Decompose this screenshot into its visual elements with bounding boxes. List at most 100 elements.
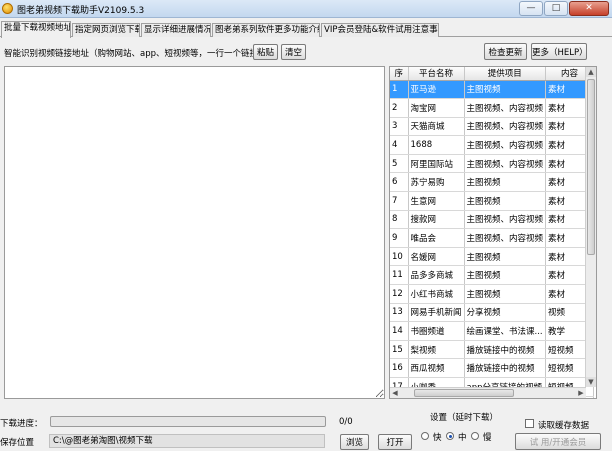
column-header-items[interactable]: 提供项目 — [464, 67, 547, 81]
table-row[interactable]: 10 名媛网 主图视频 素材 — [390, 247, 595, 267]
cell-index: 2 — [390, 98, 409, 118]
cell-platform-name: 网易手机新闻 — [408, 303, 465, 323]
tab-batch-download[interactable]: 批量下载视频地址 — [1, 21, 71, 38]
progress-label: 下载进度： — [0, 419, 43, 429]
check-update-button[interactable]: 检查更新 — [484, 43, 527, 60]
settings-title: 设置（延时下载） — [430, 413, 499, 423]
table-row[interactable]: 9 唯品会 主图视频、内容视频 素材 — [390, 228, 595, 248]
cell-platform-name: 生意网 — [408, 191, 465, 211]
table-row[interactable]: 13 网易手机新闻 分享视频 视频 — [390, 303, 595, 323]
cell-index: 14 — [390, 321, 409, 341]
url-input-prompt: 智能识别视频链接地址（购物网站、app、短视频等，一行一个链接）： — [4, 49, 271, 59]
cell-platform-name: 淘宝网 — [408, 98, 465, 118]
table-row[interactable]: 3 天猫商城 主图视频、内容视频 素材 — [390, 117, 595, 137]
table-row[interactable]: 16 西瓜视频 播放链接中的视频 短视频 — [390, 358, 595, 378]
tab-strip: 批量下载视频地址 指定网页浏览下载 显示详细进展情况 图老弟系列软件更多功能介绍… — [0, 20, 612, 38]
save-path-field[interactable]: C:\@图老弟淘图\视频下载 — [49, 434, 325, 448]
cell-provided-items: 主图视频、内容视频 — [464, 135, 547, 155]
cell-platform-name: 西瓜视频 — [408, 358, 465, 378]
minimize-button[interactable]: — — [519, 1, 543, 16]
cell-platform-name: 天猫商城 — [408, 117, 465, 137]
cell-provided-items: 主图视频 — [464, 265, 547, 286]
app-icon — [2, 3, 13, 14]
cell-index: 7 — [390, 191, 409, 211]
title-bar: 图老弟视频下载助手V2109.5.3 — □ ✕ — [0, 0, 612, 18]
paste-button[interactable]: 粘贴 — [253, 44, 278, 60]
cell-provided-items: 主图视频、内容视频 — [464, 228, 547, 248]
cell-provided-items: 主图视频、内容视频 — [464, 98, 547, 118]
horizontal-scroll-thumb[interactable] — [414, 389, 514, 397]
table-row[interactable]: 4 1688 主图视频、内容视频 素材 — [390, 135, 595, 155]
scroll-down-icon[interactable]: ▼ — [586, 377, 596, 387]
cell-provided-items: 主图视频、内容视频 — [464, 154, 547, 174]
cell-index: 15 — [390, 340, 409, 360]
table-row[interactable]: 5 阿里国际站 主图视频、内容视频 素材 — [390, 154, 595, 174]
clear-button[interactable]: 清空 — [281, 44, 306, 60]
table-horizontal-scrollbar[interactable]: ◀ ▶ — [390, 387, 586, 398]
cell-provided-items: 主图视频 — [464, 191, 547, 211]
tab-vip-login[interactable]: VIP会员登陆&软件试用注意事项 — [321, 23, 439, 37]
trial-membership-button[interactable]: 试 用/开通会员 — [515, 433, 601, 450]
table-row[interactable]: 6 苏宁易购 主图视频 素材 — [390, 172, 595, 193]
cell-provided-items: 主图视频、内容视频 — [464, 117, 547, 137]
column-header-platform[interactable]: 平台名称 — [408, 67, 465, 81]
read-cache-checkbox[interactable] — [525, 419, 534, 428]
cell-index: 4 — [390, 135, 409, 155]
cell-index: 11 — [390, 265, 409, 286]
table-row[interactable]: 15 梨视频 播放链接中的视频 短视频 — [390, 340, 595, 360]
cell-platform-name: 唯品会 — [408, 228, 465, 248]
cell-index: 9 — [390, 228, 409, 248]
cell-index: 3 — [390, 117, 409, 137]
speed-fast-radio[interactable] — [421, 432, 429, 440]
cell-provided-items: 主图视频 — [464, 284, 547, 304]
tab-web-browse-download[interactable]: 指定网页浏览下载 — [72, 23, 140, 37]
browse-button[interactable]: 浏览 — [340, 434, 369, 450]
cell-index: 13 — [390, 303, 409, 323]
speed-slow-label: 慢 — [483, 433, 492, 443]
cell-provided-items: 播放链接中的视频 — [464, 358, 547, 378]
close-button[interactable]: ✕ — [569, 1, 609, 16]
cell-index: 10 — [390, 247, 409, 267]
scroll-up-icon[interactable]: ▲ — [586, 67, 596, 77]
table-row[interactable]: 1 亚马逊 主图视频 素材 — [390, 80, 595, 100]
maximize-button[interactable]: □ — [544, 1, 568, 16]
tab-more-features[interactable]: 图老弟系列软件更多功能介绍 — [212, 23, 320, 37]
cell-platform-name: 梨视频 — [408, 340, 465, 360]
cell-provided-items: 播放链接中的视频 — [464, 340, 547, 360]
window-title: 图老弟视频下载助手V2109.5.3 — [17, 6, 145, 16]
speed-slow-radio[interactable] — [471, 432, 479, 440]
cell-provided-items: 主图视频、内容视频 — [464, 210, 547, 230]
cell-platform-name: 阿里国际站 — [408, 154, 465, 174]
tab-progress-detail[interactable]: 显示详细进展情况 — [141, 23, 211, 37]
cell-index: 1 — [390, 80, 409, 100]
cell-provided-items: 主图视频 — [464, 247, 547, 267]
scroll-right-icon[interactable]: ▶ — [576, 388, 586, 398]
table-row[interactable]: 11 品多多商城 主图视频 素材 — [390, 265, 595, 286]
read-cache-label: 读取缓存数据 — [538, 421, 590, 431]
cell-provided-items: 绘画课堂、书法课... — [464, 321, 547, 341]
scroll-thumb[interactable] — [587, 79, 595, 255]
cell-platform-name: 品多多商城 — [408, 265, 465, 286]
progress-count: 0/0 — [339, 417, 353, 427]
cell-index: 16 — [390, 358, 409, 378]
table-row[interactable]: 7 生意网 主图视频 素材 — [390, 191, 595, 211]
open-folder-button[interactable]: 打开 — [378, 434, 412, 450]
url-input-textarea[interactable] — [4, 66, 385, 399]
table-row[interactable]: 12 小红书商城 主图视频 素材 — [390, 284, 595, 304]
more-help-button[interactable]: 更多（HELP） — [531, 43, 587, 60]
table-row[interactable]: 2 淘宝网 主图视频、内容视频 素材 — [390, 98, 595, 118]
scroll-left-icon[interactable]: ◀ — [390, 388, 400, 398]
cell-platform-name: 小红书商城 — [408, 284, 465, 304]
cell-platform-name: 书圈频道 — [408, 321, 465, 341]
platform-table: 序 平台名称 提供项目 内容 1 亚马逊 主图视频 素材 2 淘宝网 主图视频、内容视频 素材… — [389, 66, 597, 399]
save-location-label: 保存位置 — [0, 438, 35, 448]
table-row[interactable]: 14 书圈频道 绘画课堂、书法课... 教学 — [390, 321, 595, 341]
cell-platform-name: 亚马逊 — [408, 80, 465, 100]
speed-medium-radio[interactable] — [446, 432, 454, 440]
window-controls: — □ ✕ — [518, 1, 609, 16]
table-row[interactable]: 8 搜款网 主图视频、内容视频 素材 — [390, 210, 595, 230]
cell-provided-items: 主图视频 — [464, 80, 547, 100]
table-vertical-scrollbar[interactable]: ▲ ▼ — [585, 67, 596, 387]
cell-platform-name: 名媛网 — [408, 247, 465, 267]
column-header-index[interactable]: 序 — [390, 67, 409, 81]
